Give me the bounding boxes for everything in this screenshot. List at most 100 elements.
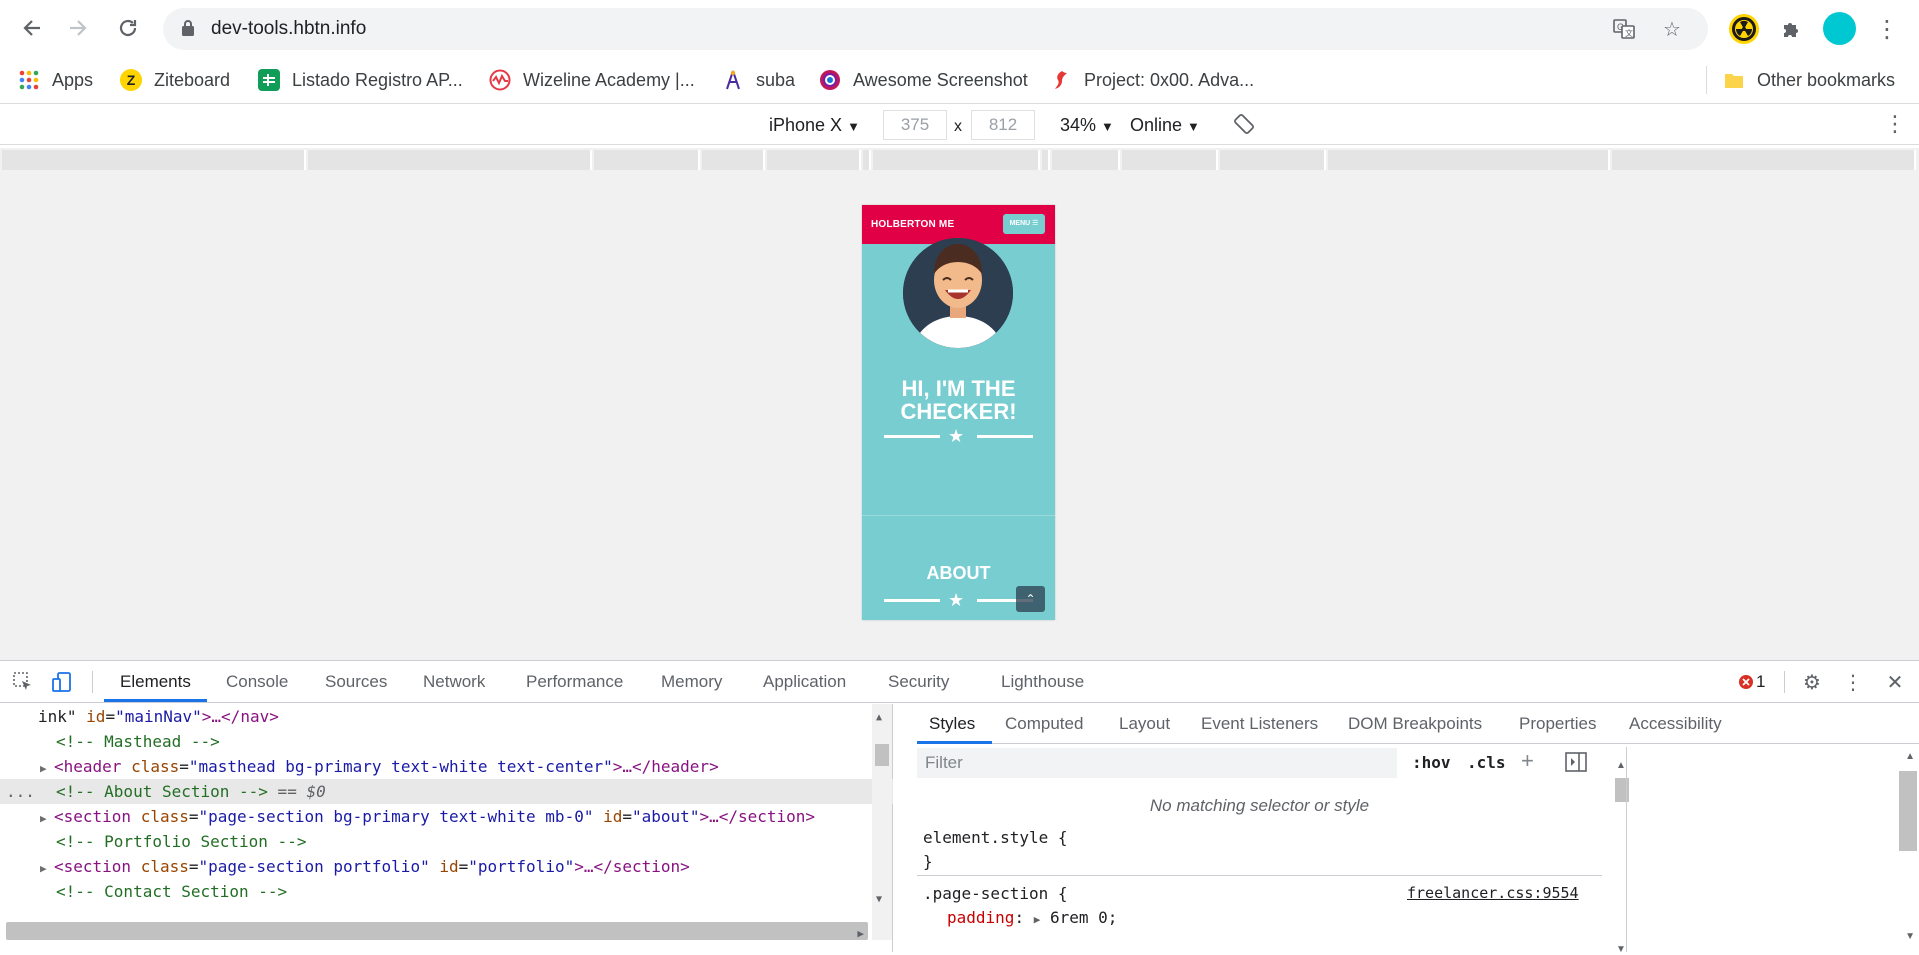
bookmark-other[interactable]: Other bookmarks — [1723, 66, 1895, 94]
star-bookmark-icon[interactable]: ☆ — [1659, 16, 1685, 42]
settings-gear-icon[interactable]: ⚙ — [1800, 670, 1824, 694]
node-attr: class — [140, 857, 189, 876]
bookmark-label: Ziteboard — [154, 69, 231, 90]
rule-declaration[interactable]: padding: ▶ 6rem 0; — [947, 908, 1117, 927]
bookmark-awesome-screenshot[interactable]: Awesome Screenshot — [819, 66, 1028, 94]
rotate-icon[interactable] — [1233, 113, 1255, 140]
no-match-message: No matching selector or style — [1149, 796, 1370, 815]
bookmark-label: Listado Registro AP... — [292, 69, 463, 90]
device-name: iPhone X — [769, 115, 843, 135]
holberton-icon — [1050, 69, 1072, 91]
filter-bar: Filter :hov .cls + — [917, 748, 1602, 778]
tab-security[interactable]: Security — [888, 672, 949, 692]
plus-icon[interactable]: + — [1521, 748, 1534, 774]
scroll-right-icon[interactable]: ▶ — [857, 927, 864, 940]
phone-brand[interactable]: HOLBERTON ME — [871, 219, 954, 230]
styles-tab-bar: Styles Computed Layout Event Listeners D… — [917, 704, 1919, 744]
bookmark-label: Other bookmarks — [1757, 69, 1896, 90]
tab-application[interactable]: Application — [763, 672, 846, 692]
device-select[interactable]: iPhone X ▼ — [769, 115, 860, 136]
horizontal-scrollbar[interactable] — [6, 922, 868, 940]
scroll-top-button[interactable]: ⌃ — [1016, 586, 1045, 612]
zoom-select[interactable]: 34% ▼ — [1060, 115, 1114, 136]
bookmark-suba[interactable]: suba — [722, 66, 795, 94]
dom-comment-selected[interactable]: ... <!-- About Section --> == $0 — [0, 779, 893, 804]
puzzle-extensions-icon[interactable] — [1776, 14, 1806, 44]
active-tab-indicator — [917, 741, 992, 744]
active-tab-indicator — [104, 699, 207, 702]
height-input[interactable]: 812 — [971, 110, 1035, 140]
expand-triangle-icon[interactable]: ▶ — [1034, 913, 1041, 926]
tab-elements[interactable]: Elements — [120, 672, 191, 692]
width-input[interactable]: 375 — [883, 110, 947, 140]
expand-triangle-icon[interactable]: ▶ — [40, 756, 54, 781]
dom-node[interactable]: ▶ <section class="page-section bg-primary… — [0, 804, 893, 829]
vertical-scrollbar[interactable]: ▲ ▼ — [872, 704, 892, 940]
tab-network[interactable]: Network — [423, 672, 485, 692]
media-query-bar[interactable] — [0, 148, 1919, 172]
bookmark-apps[interactable]: Apps — [18, 66, 93, 94]
dimension-separator: x — [954, 118, 962, 135]
phone-heading: HI, I'M THE CHECKER! — [862, 377, 1055, 423]
dom-node[interactable]: ▶ <section class="page-section portfolio"… — [0, 854, 893, 879]
node-tag: <header — [54, 757, 122, 776]
dom-node[interactable]: ▶ <header class="masthead bg-primary text… — [0, 754, 893, 779]
hov-toggle[interactable]: :hov — [1412, 753, 1451, 772]
sidebar-scroll-thumb[interactable] — [1899, 771, 1917, 851]
ziteboard-icon: Z — [120, 69, 142, 91]
tab-dom-breakpoints[interactable]: DOM Breakpoints — [1348, 714, 1482, 734]
lock-icon[interactable] — [181, 19, 195, 37]
device-toggle-icon[interactable] — [50, 670, 74, 694]
translate-icon[interactable]: G文 — [1611, 16, 1637, 42]
elements-tree[interactable]: ink" id="mainNav">…</nav> <!-- Masthead … — [0, 704, 893, 952]
error-count[interactable]: 1 — [1756, 672, 1765, 692]
dom-comment[interactable]: <!-- Portfolio Section --> — [0, 829, 893, 854]
expand-triangle-icon[interactable]: ▶ — [40, 806, 54, 831]
filter-input[interactable]: Filter — [917, 748, 1397, 778]
more-vertical-icon[interactable]: ⋮ — [1841, 670, 1865, 694]
bookmark-listado[interactable]: Listado Registro AP... — [258, 66, 463, 94]
tab-event-listeners[interactable]: Event Listeners — [1201, 714, 1318, 734]
close-icon[interactable]: ✕ — [1883, 670, 1907, 694]
bookmark-ziteboard[interactable]: Z Ziteboard — [120, 66, 230, 94]
element-style-open[interactable]: element.style { — [923, 828, 1068, 847]
tab-lighthouse[interactable]: Lighthouse — [1001, 672, 1084, 692]
phone-menu-button[interactable]: MENU ☰ — [1003, 214, 1045, 234]
tab-accessibility[interactable]: Accessibility — [1629, 714, 1722, 734]
more-vertical-icon[interactable]: ⋮ — [1884, 111, 1906, 137]
more-vertical-icon[interactable]: ⋮ — [1872, 14, 1902, 44]
dom-comment[interactable]: <!-- Contact Section --> — [0, 879, 893, 904]
expand-triangle-icon[interactable]: ▶ — [40, 856, 54, 881]
tab-layout[interactable]: Layout — [1119, 714, 1170, 734]
node-value: "about" — [632, 807, 700, 826]
tab-styles[interactable]: Styles — [929, 714, 975, 734]
cls-toggle[interactable]: .cls — [1467, 753, 1506, 772]
bookmark-wizeline[interactable]: Wizeline Academy |... — [489, 66, 695, 94]
tab-properties[interactable]: Properties — [1519, 714, 1596, 734]
reload-icon[interactable] — [110, 10, 146, 46]
dom-node[interactable]: ink" id="mainNav">…</nav> — [0, 704, 893, 729]
about-heading: ABOUT — [926, 563, 991, 583]
ellipsis-icon[interactable]: ... — [6, 779, 35, 804]
back-arrow-icon[interactable] — [14, 10, 50, 46]
radiation-extension-icon[interactable] — [1729, 14, 1759, 44]
rule-selector[interactable]: .page-section { — [923, 884, 1068, 903]
profile-avatar[interactable] — [1823, 12, 1856, 45]
network-select[interactable]: Online ▼ — [1130, 115, 1200, 136]
dom-comment[interactable]: <!-- Masthead --> — [0, 729, 893, 754]
inspect-element-icon[interactable] — [11, 670, 35, 694]
caret-down-icon: ▼ — [1101, 119, 1114, 134]
rule-source-link[interactable]: freelancer.css:9554 — [1407, 884, 1579, 902]
tab-memory[interactable]: Memory — [661, 672, 722, 692]
error-counter[interactable] — [1734, 670, 1758, 694]
address-bar[interactable]: dev-tools.hbtn.info G文 ☆ — [163, 8, 1708, 50]
phone-preview[interactable]: HOLBERTON ME MENU ☰ HI, I'M THE CHECKER!… — [862, 205, 1055, 620]
tab-computed[interactable]: Computed — [1005, 714, 1083, 734]
tab-performance[interactable]: Performance — [526, 672, 623, 692]
forward-arrow-icon[interactable] — [60, 10, 96, 46]
toggle-sidebar-icon[interactable] — [1565, 752, 1587, 777]
tab-console[interactable]: Console — [226, 672, 288, 692]
tab-sources[interactable]: Sources — [325, 672, 387, 692]
bookmark-project[interactable]: Project: 0x00. Adva... — [1050, 66, 1254, 94]
url-text[interactable]: dev-tools.hbtn.info — [211, 18, 366, 40]
